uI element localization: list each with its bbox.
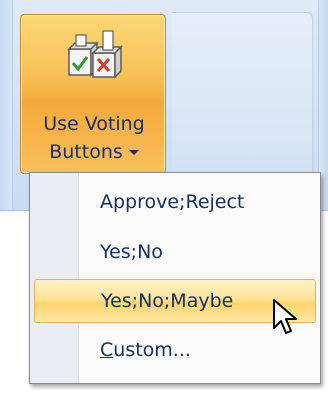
ribbon-group-panel (172, 12, 313, 184)
menu-item-label: Approve;Reject (100, 191, 245, 213)
menu-item-label: Yes;No;Maybe (101, 290, 234, 312)
menu-item-yes-no[interactable]: Yes;No (34, 231, 316, 275)
voting-button-label-line2: Buttons (21, 141, 167, 163)
access-key: C (100, 339, 114, 361)
ballot-boxes-icon (67, 30, 123, 79)
menu-item-label: Yes;No (100, 241, 163, 263)
ribbon-left-edge (0, 0, 13, 210)
voting-button-label-line1: Use Voting (43, 113, 145, 135)
menu-item-label: Custom... (100, 339, 191, 361)
mouse-cursor-icon (273, 299, 297, 334)
menu-item-approve-reject[interactable]: Approve;Reject (34, 181, 316, 225)
use-voting-buttons-button[interactable]: Use Voting Buttons (20, 14, 166, 174)
dropdown-arrow-icon (128, 150, 139, 155)
voting-options-menu: Approve;Reject Yes;No Yes;No;Maybe Custo… (29, 172, 321, 384)
